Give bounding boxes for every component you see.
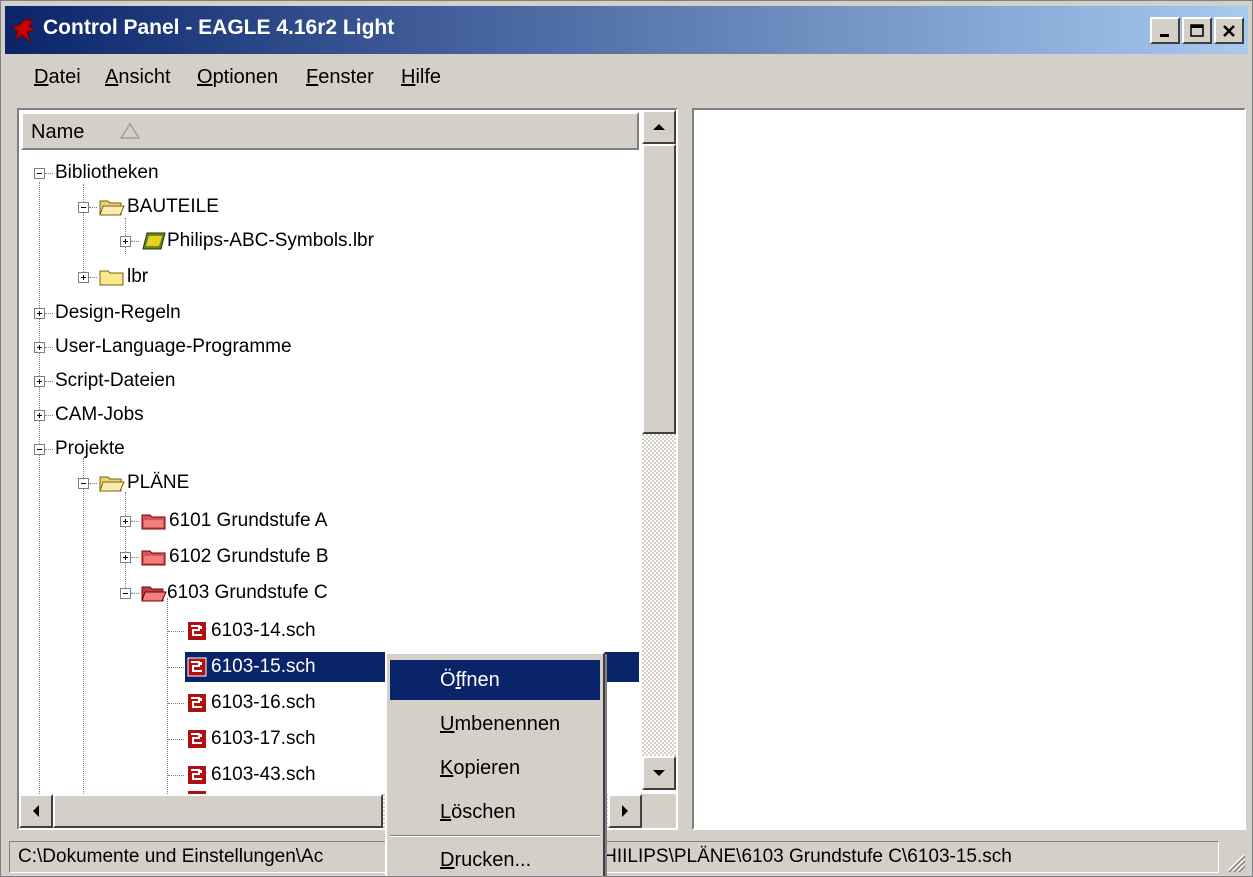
minimize-button[interactable] <box>1150 17 1180 44</box>
schematic-icon <box>188 622 206 640</box>
window-title: Control Panel - EAGLE 4.16r2 Light <box>43 16 395 39</box>
eagle-control-panel-window: Control Panel - EAGLE 4.16r2 Light Datei… <box>0 0 1253 877</box>
expand-toggle-icon[interactable] <box>34 376 45 387</box>
collapse-toggle-icon[interactable] <box>120 588 131 599</box>
status-bar: C:\Dokumente und Einstellungen\Ac eien\PH… <box>5 839 1248 875</box>
expand-toggle-icon[interactable] <box>78 272 89 283</box>
tree-item-projekte[interactable]: Projekte <box>21 434 621 464</box>
expand-toggle-icon[interactable] <box>34 342 45 353</box>
collapse-toggle-icon[interactable] <box>78 202 89 213</box>
schematic-icon <box>187 657 207 677</box>
project-folder-icon <box>141 514 166 530</box>
column-header-name[interactable]: Name <box>21 112 639 150</box>
collapse-toggle-icon[interactable] <box>34 444 45 455</box>
eagle-logo-icon <box>11 18 35 44</box>
tree-item-6101[interactable]: 6101 Grundstufe A <box>21 506 621 536</box>
tree-item-philips-lbr[interactable]: Philips-ABC-Symbols.lbr <box>21 226 621 256</box>
status-path: C:\Dokumente und Einstellungen\Ac eien\PH… <box>9 841 1219 873</box>
collapse-toggle-icon[interactable] <box>34 168 45 179</box>
scroll-down-button[interactable] <box>642 756 676 790</box>
status-path-tail: eien\PHIILIPS\PLÄNE\6103 Grundstufe C\61… <box>549 846 1012 867</box>
folder-open-icon <box>99 476 125 492</box>
maximize-button[interactable] <box>1182 17 1212 44</box>
expand-toggle-icon[interactable] <box>120 236 131 247</box>
title-bar[interactable]: Control Panel - EAGLE 4.16r2 Light <box>5 6 1248 54</box>
folder-open-icon <box>99 200 125 216</box>
preview-pane <box>692 108 1246 830</box>
resize-grip-icon[interactable] <box>1222 849 1246 873</box>
library-book-icon <box>142 232 166 250</box>
tree-item-6102[interactable]: 6102 Grundstufe B <box>21 542 621 572</box>
horizontal-scroll-thumb[interactable] <box>53 794 383 828</box>
status-path-text: C:\Dokumente und Einstellungen\Ac <box>18 846 324 867</box>
context-menu: Öffnen Umbenennen Kopieren Löschen Druck… <box>385 652 605 876</box>
tree-item-bibliotheken[interactable]: Bibliotheken <box>21 158 621 188</box>
menu-bar: Datei Ansicht Optionen Fenster Hilfe <box>5 57 1248 97</box>
schematic-icon <box>188 730 206 748</box>
ctx-separator <box>390 835 600 837</box>
sort-ascending-icon <box>119 122 141 139</box>
tree-item-script-dateien[interactable]: Script-Dateien <box>21 366 621 396</box>
expand-toggle-icon[interactable] <box>34 308 45 319</box>
maximize-icon <box>1190 23 1204 37</box>
arrow-up-icon <box>653 124 665 130</box>
expand-toggle-icon[interactable] <box>120 552 131 563</box>
scroll-up-button[interactable] <box>642 110 676 144</box>
menu-datei[interactable]: Datei <box>34 66 81 89</box>
ctx-print[interactable]: Drucken... <box>390 840 600 876</box>
arrow-down-icon <box>653 770 665 776</box>
arrow-left-icon <box>33 805 39 817</box>
menu-hilfe[interactable]: Hilfe <box>401 66 441 89</box>
project-folder-icon <box>141 550 166 566</box>
schematic-icon <box>188 694 206 712</box>
menu-fenster[interactable]: Fenster <box>306 66 374 89</box>
scroll-left-button[interactable] <box>19 794 53 828</box>
schematic-icon <box>188 766 206 784</box>
close-button[interactable] <box>1214 17 1244 44</box>
folder-icon <box>99 270 124 286</box>
close-icon <box>1223 24 1235 37</box>
menu-ansicht[interactable]: Ansicht <box>105 66 171 89</box>
tree-item-6103[interactable]: 6103 Grundstufe C <box>21 578 621 608</box>
tree-item-6103-14[interactable]: 6103-14.sch <box>21 616 621 646</box>
tree-item-design-regeln[interactable]: Design-Regeln <box>21 298 621 328</box>
arrow-right-icon <box>622 805 628 817</box>
vertical-scroll-thumb[interactable] <box>642 144 676 434</box>
ctx-copy[interactable]: Kopieren <box>390 748 600 788</box>
expand-toggle-icon[interactable] <box>34 410 45 421</box>
tree-item-bauteile[interactable]: BAUTEILE <box>21 192 621 222</box>
minimize-icon <box>1160 33 1169 37</box>
scroll-right-button[interactable] <box>608 794 642 828</box>
menu-optionen[interactable]: Optionen <box>197 66 278 89</box>
tree-item-lbr[interactable]: lbr <box>21 262 621 292</box>
scrollbar-corner <box>642 794 676 828</box>
ctx-rename[interactable]: Umbenennen <box>390 704 600 744</box>
ctx-open[interactable]: Öffnen <box>390 660 600 700</box>
tree-item-cam-jobs[interactable]: CAM-Jobs <box>21 400 621 430</box>
tree-item-user-language-programme[interactable]: User-Language-Programme <box>21 332 621 362</box>
column-header-label: Name <box>31 121 85 143</box>
ctx-delete[interactable]: Löschen <box>390 792 600 832</box>
tree-item-plaene[interactable]: PLÄNE <box>21 468 621 498</box>
expand-toggle-icon[interactable] <box>120 516 131 527</box>
pane-splitter[interactable] <box>678 108 692 830</box>
collapse-toggle-icon[interactable] <box>78 478 89 489</box>
project-folder-open-icon <box>141 586 167 602</box>
vertical-scrollbar[interactable] <box>642 110 676 790</box>
